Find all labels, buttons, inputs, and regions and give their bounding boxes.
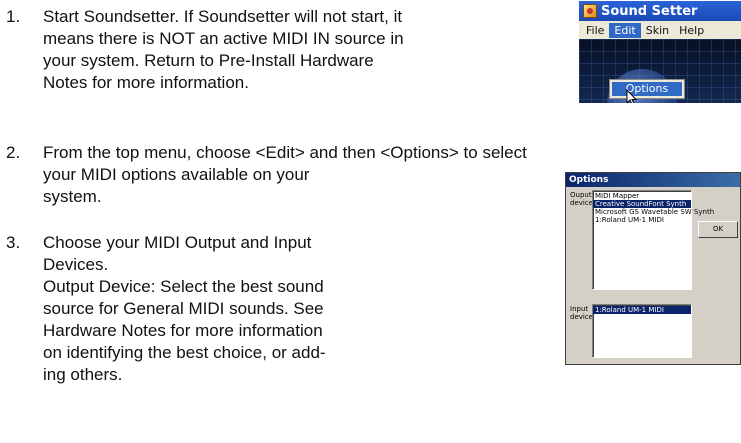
step-line: Choose your MIDI Output and Input [43, 233, 312, 252]
output-device-option[interactable]: MIDI Mapper [593, 192, 691, 200]
step-line: source for General MIDI sounds. See [43, 299, 324, 318]
step-line: means there is NOT an active MIDI IN sou… [43, 29, 404, 48]
step-2-text: From the top menu, choose <Edit> and the… [43, 142, 527, 208]
output-label-line: Ouput [570, 191, 592, 199]
step-line: on identifying the best choice, or add- [43, 343, 326, 362]
step-line: Hardware Notes for more information [43, 321, 323, 340]
step-3-text: Choose your MIDI Output and Input Device… [43, 232, 326, 386]
input-device-label: Input device [570, 305, 593, 321]
sound-setter-title: Sound Setter [601, 3, 698, 19]
step-line: your MIDI options available on your [43, 165, 310, 184]
step-line: Start Soundsetter. If Soundsetter will n… [43, 7, 403, 26]
sound-setter-app-icon [583, 4, 597, 18]
menu-file[interactable]: File [581, 23, 609, 38]
sound-setter-menubar: File Edit Skin Help [579, 21, 741, 39]
step-line: From the top menu, choose <Edit> and the… [43, 143, 527, 162]
output-device-listbox[interactable]: MIDI Mapper Creative SoundFont Synth Mic… [592, 190, 714, 290]
sound-setter-body: Options [579, 39, 741, 103]
step-1-number: 1. [6, 7, 21, 26]
output-label-line: device [570, 199, 593, 207]
options-dialog: Options Ouput device MIDI Mapper Creativ… [565, 172, 741, 365]
input-device-option-selected[interactable]: 1:Roland UM-1 MIDI [593, 306, 691, 314]
menu-item-options[interactable]: Options [612, 82, 682, 96]
output-device-label: Ouput device [570, 191, 593, 207]
step-3-number: 3. [6, 233, 21, 252]
output-device-option[interactable]: Microsoft GS Wavetable SW Synth [593, 208, 714, 216]
input-device-listbox[interactable]: 1:Roland UM-1 MIDI [592, 304, 692, 358]
sound-setter-titlebar: Sound Setter [579, 1, 741, 21]
step-line: system. [43, 187, 102, 206]
step-line: Output Device: Select the best sound [43, 277, 324, 296]
output-device-option-selected[interactable]: Creative SoundFont Synth [593, 200, 691, 208]
output-device-option[interactable]: 1:Roland UM-1 MIDI [593, 216, 691, 224]
options-dialog-title: Options [566, 173, 740, 187]
menu-help[interactable]: Help [674, 23, 709, 38]
step-line: ing others. [43, 365, 123, 384]
step-2-number: 2. [6, 143, 21, 162]
step-line: your system. Return to Pre-Install Hardw… [43, 51, 374, 70]
step-line: Notes for more information. [43, 73, 249, 92]
step-line: Devices. [43, 255, 109, 274]
step-1-text: Start Soundsetter. If Soundsetter will n… [43, 6, 404, 94]
ok-button[interactable]: OK [698, 221, 738, 238]
input-label-line: Input [570, 305, 589, 313]
menu-skin[interactable]: Skin [641, 23, 674, 38]
edit-dropdown-menu: Options [609, 79, 685, 99]
input-label-line: device [570, 313, 593, 321]
sound-setter-window: Sound Setter File Edit Skin Help Options [579, 1, 741, 103]
menu-edit[interactable]: Edit [609, 22, 641, 38]
